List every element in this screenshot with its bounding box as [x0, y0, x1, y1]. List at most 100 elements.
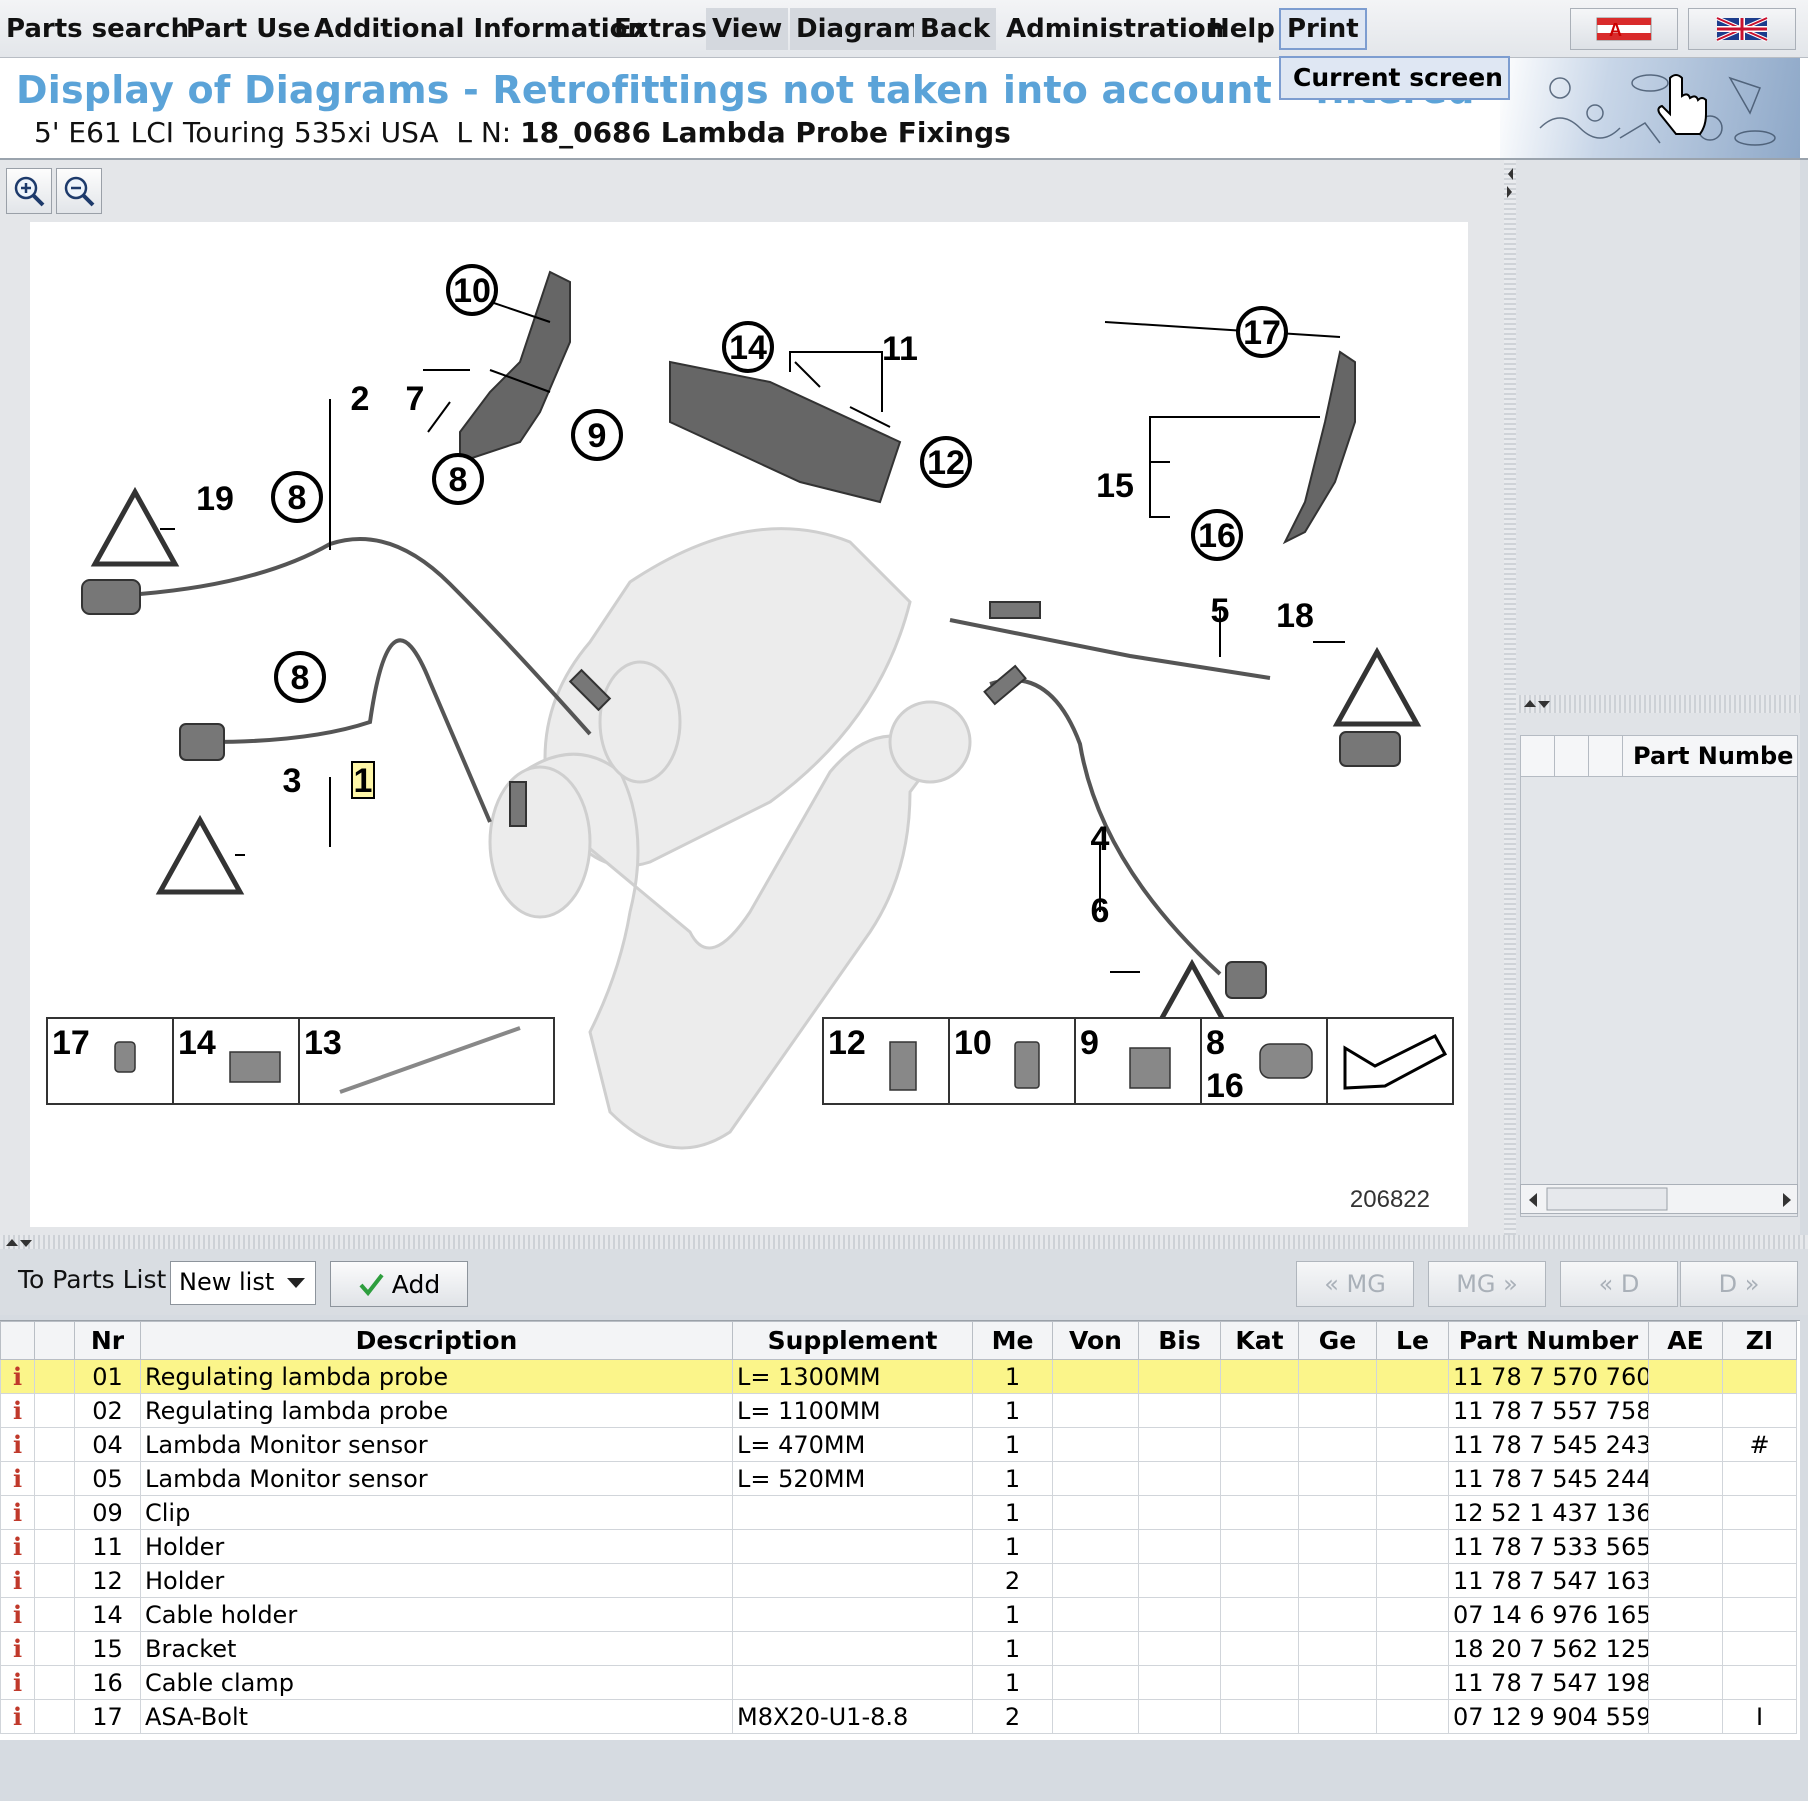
callout-9[interactable]: 9	[588, 417, 607, 455]
cell-description: Cable holder	[140, 1597, 733, 1632]
column-header-ge[interactable]: Ge	[1298, 1321, 1377, 1360]
cell-description: Regulating lambda probe	[140, 1359, 733, 1394]
column-header-blank-0[interactable]	[0, 1321, 35, 1360]
cell-empty	[1220, 1563, 1299, 1598]
menu-diagram[interactable]: Diagram	[790, 8, 927, 50]
table-row[interactable]: i 14 Cable holder 1 07 14 6 976 165	[0, 1597, 1797, 1632]
callout-8-mid[interactable]: 8	[291, 659, 310, 697]
column-header-le[interactable]: Le	[1376, 1321, 1449, 1360]
parts-list-select[interactable]: New list	[170, 1261, 316, 1305]
zoom-in-button[interactable]	[6, 168, 52, 214]
info-icon[interactable]: i	[13, 1634, 22, 1663]
right-panel-splitter[interactable]	[1516, 695, 1800, 713]
right-part-number-header[interactable]: Part Numbe	[1633, 742, 1793, 770]
next-diagram-button[interactable]: D »	[1680, 1261, 1798, 1307]
cell-empty	[1298, 1427, 1377, 1462]
vertical-splitter[interactable]	[1504, 160, 1516, 1235]
table-row[interactable]: i 02 Regulating lambda probe L= 1100MM 1 11 7…	[0, 1393, 1797, 1428]
column-header-nr[interactable]: Nr	[74, 1321, 141, 1360]
column-header-description[interactable]: Description	[140, 1321, 733, 1360]
zoom-out-button[interactable]	[56, 168, 102, 214]
horizontal-splitter[interactable]	[0, 1235, 1808, 1249]
print-current-screen-item[interactable]: Current screen	[1279, 56, 1510, 100]
menu-extras[interactable]: Extras	[608, 8, 713, 50]
prev-diagram-button[interactable]: « D	[1560, 1261, 1678, 1307]
info-icon[interactable]: i	[13, 1702, 22, 1731]
uk-flag-button[interactable]	[1688, 8, 1796, 50]
table-row[interactable]: i 12 Holder 2 11 78 7 547 163	[0, 1563, 1797, 1598]
table-row[interactable]: i 17 ASA-Bolt M8X20-U1-8.8 2 07 12 9 904 559 I	[0, 1699, 1797, 1734]
column-header-supplement[interactable]: Supplement	[732, 1321, 973, 1360]
cell-empty	[1052, 1495, 1139, 1530]
info-icon[interactable]: i	[13, 1668, 22, 1697]
callout-8-left[interactable]: 8	[288, 479, 307, 517]
column-header-part-number[interactable]: Part Number	[1448, 1321, 1649, 1360]
callout-1[interactable]: 1	[354, 762, 373, 800]
cell-empty	[1648, 1699, 1723, 1734]
menu-part-use[interactable]: Part Use	[180, 8, 316, 50]
menu-administration[interactable]: Administration	[1000, 8, 1230, 50]
cell-empty	[1298, 1495, 1377, 1530]
menu-view[interactable]: View	[706, 8, 789, 50]
column-header-bis[interactable]: Bis	[1138, 1321, 1221, 1360]
info-icon[interactable]: i	[13, 1498, 22, 1527]
parts-table-container: Nr Description Supplement Me Von Bis Kat Ge Le Pa…	[0, 1320, 1800, 1740]
info-icon[interactable]: i	[13, 1600, 22, 1629]
info-icon[interactable]: i	[13, 1566, 22, 1595]
austria-flag-button[interactable]: A	[1570, 8, 1678, 50]
column-header-kat[interactable]: Kat	[1220, 1321, 1299, 1360]
prev-main-group-button[interactable]: « MG	[1296, 1261, 1414, 1307]
column-header-ae[interactable]: AE	[1648, 1321, 1723, 1360]
table-row[interactable]: i 04 Lambda Monitor sensor L= 470MM 1 11 78 7…	[0, 1427, 1797, 1462]
callout-4[interactable]: 4	[1091, 820, 1110, 858]
callout-11[interactable]: 11	[882, 330, 918, 368]
info-icon[interactable]: i	[13, 1362, 22, 1391]
cell-empty	[1648, 1597, 1723, 1632]
callout-8-top[interactable]: 8	[449, 461, 468, 499]
column-header-von[interactable]: Von	[1052, 1321, 1139, 1360]
table-row[interactable]: i 09 Clip 1 12 52 1 437 136	[0, 1495, 1797, 1530]
menu-additional-information[interactable]: Additional Information	[308, 8, 652, 50]
next-main-group-button[interactable]: MG »	[1428, 1261, 1546, 1307]
menu-help[interactable]: Help	[1202, 8, 1281, 50]
table-row[interactable]: i 15 Bracket 1 18 20 7 562 125	[0, 1631, 1797, 1666]
column-header-zi[interactable]: ZI	[1722, 1321, 1797, 1360]
table-row[interactable]: i 16 Cable clamp 1 11 78 7 547 198	[0, 1665, 1797, 1700]
info-icon[interactable]: i	[13, 1396, 22, 1425]
splitter-arrows-icon	[1524, 700, 1550, 708]
column-header-me[interactable]: Me	[972, 1321, 1053, 1360]
callout-6[interactable]: 6	[1091, 892, 1110, 930]
column-header-blank-1[interactable]	[34, 1321, 75, 1360]
callout-5[interactable]: 5	[1211, 592, 1230, 630]
parts-table: Nr Description Supplement Me Von Bis Kat Ge Le Pa…	[0, 1321, 1797, 1734]
cell-zi	[1722, 1631, 1797, 1666]
info-icon[interactable]: i	[13, 1430, 22, 1459]
table-row[interactable]: i 05 Lambda Monitor sensor L= 520MM 1 11 78 7…	[0, 1461, 1797, 1496]
legend-10: 10	[954, 1024, 992, 1062]
callout-7[interactable]: 7	[406, 380, 425, 418]
callout-3[interactable]: 3	[283, 762, 302, 800]
info-icon[interactable]: i	[13, 1464, 22, 1493]
diagram-canvas[interactable]: 10 14 11 17 2 7 9 12 8 19 8 15 16 5 18 8…	[30, 222, 1468, 1227]
right-horizontal-scrollbar[interactable]	[1520, 1184, 1798, 1214]
callout-15[interactable]: 15	[1096, 467, 1134, 505]
add-button[interactable]: Add	[330, 1261, 468, 1307]
cell-empty	[34, 1359, 75, 1394]
callout-12[interactable]: 12	[927, 444, 965, 482]
cell-supplement	[732, 1597, 973, 1632]
info-icon[interactable]: i	[13, 1532, 22, 1561]
cell-empty	[1648, 1393, 1723, 1428]
cell-empty	[1138, 1597, 1221, 1632]
callout-10[interactable]: 10	[453, 272, 491, 310]
callout-16[interactable]: 16	[1198, 517, 1236, 555]
menu-back[interactable]: Back	[914, 8, 997, 50]
callout-2[interactable]: 2	[351, 380, 370, 418]
callout-17[interactable]: 17	[1243, 314, 1281, 352]
callout-14[interactable]: 14	[729, 329, 767, 367]
callout-18[interactable]: 18	[1276, 597, 1314, 635]
callout-19[interactable]: 19	[196, 480, 234, 518]
table-row[interactable]: i 01 Regulating lambda probe L= 1300MM 1 11 7…	[0, 1359, 1797, 1394]
menu-print[interactable]: Print	[1279, 8, 1367, 50]
table-row[interactable]: i 11 Holder 1 11 78 7 533 565	[0, 1529, 1797, 1564]
menu-parts-search[interactable]: Parts search	[0, 8, 195, 50]
